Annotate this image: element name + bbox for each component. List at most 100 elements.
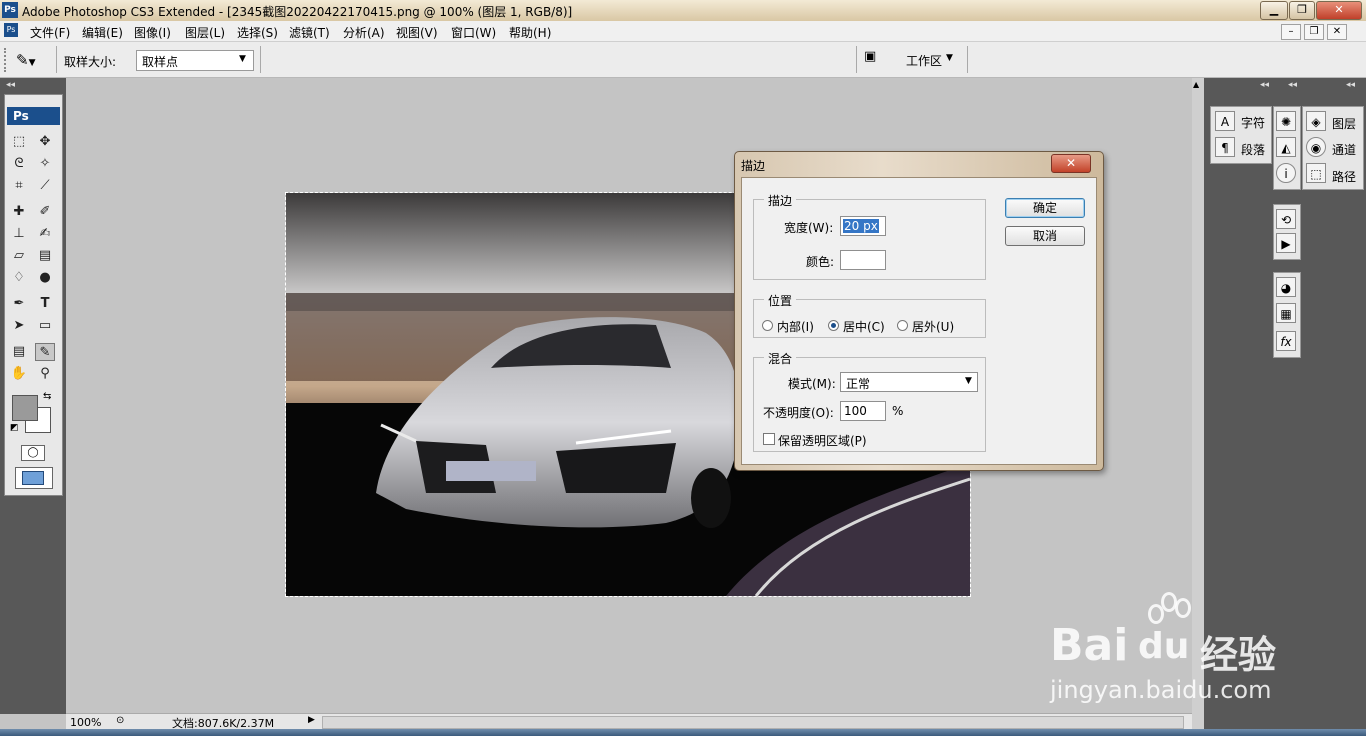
opacity-label: 不透明度(O): bbox=[763, 406, 834, 420]
photoshop-app-icon: Ps bbox=[2, 2, 18, 18]
chevron-down-icon: ▼ bbox=[239, 54, 246, 64]
character-icon[interactable]: A bbox=[1215, 111, 1235, 131]
menu-window[interactable]: 窗口(W) bbox=[451, 24, 496, 41]
swatches-icon[interactable]: ▦ bbox=[1276, 303, 1296, 323]
workspace-menu[interactable]: 工作区 bbox=[906, 52, 942, 69]
menu-image[interactable]: 图像(I) bbox=[134, 24, 171, 41]
sample-size-select[interactable]: 取样点 ▼ bbox=[136, 50, 254, 71]
divider bbox=[56, 46, 57, 73]
paragraph-icon[interactable]: ¶ bbox=[1215, 137, 1235, 157]
stroke-color-swatch[interactable] bbox=[840, 250, 886, 270]
doc-restore-button[interactable]: ❐ bbox=[1304, 24, 1324, 40]
position-center-radio[interactable] bbox=[828, 320, 839, 331]
path-selection-tool-icon[interactable]: ➤ bbox=[9, 317, 29, 335]
type-tool-icon[interactable]: T bbox=[35, 295, 55, 313]
ok-button[interactable]: 确定 bbox=[1005, 198, 1085, 218]
eyedropper-preset-picker[interactable]: ✎▼ bbox=[16, 49, 50, 71]
document-icon[interactable]: Ps bbox=[4, 23, 18, 37]
paths-panel-label[interactable]: 路径 bbox=[1332, 168, 1356, 185]
channels-panel-label[interactable]: 通道 bbox=[1332, 141, 1356, 158]
blend-mode-select[interactable]: 正常 ▼ bbox=[840, 372, 978, 392]
scroll-up-icon[interactable]: ▲ bbox=[1193, 80, 1199, 89]
sample-size-value: 取样点 bbox=[142, 55, 179, 69]
collapse-arrows-icon[interactable]: ◂◂ bbox=[1346, 80, 1355, 90]
blur-tool-icon[interactable]: ♢ bbox=[9, 269, 29, 287]
cancel-button[interactable]: 取消 bbox=[1005, 226, 1085, 246]
menu-select[interactable]: 选择(S) bbox=[237, 24, 278, 41]
width-input[interactable]: 20 px bbox=[840, 216, 886, 236]
notes-tool-icon[interactable]: ▤ bbox=[9, 343, 29, 361]
layers-panel-label[interactable]: 图层 bbox=[1332, 115, 1356, 132]
foreground-color-swatch-front[interactable] bbox=[12, 395, 38, 421]
pen-tool-icon[interactable]: ✒ bbox=[9, 295, 29, 313]
paths-icon[interactable]: ⬚ bbox=[1306, 163, 1326, 183]
brush-tool-icon[interactable]: ✐ bbox=[35, 203, 55, 221]
restore-button[interactable]: ❐ bbox=[1289, 1, 1315, 20]
menu-filter[interactable]: 滤镜(T) bbox=[289, 24, 330, 41]
status-icon: ⊙ bbox=[116, 715, 125, 726]
menu-analysis[interactable]: 分析(A) bbox=[343, 24, 385, 41]
default-colors-icon[interactable]: ◩ bbox=[10, 423, 19, 433]
position-center-label[interactable]: 居中(C) bbox=[843, 318, 885, 335]
quick-mask-button[interactable]: ◯ bbox=[21, 445, 45, 461]
marquee-tool-icon[interactable]: ⬚ bbox=[9, 133, 29, 151]
info-icon[interactable]: i bbox=[1276, 163, 1296, 183]
eraser-tool-icon[interactable]: ▱ bbox=[9, 247, 29, 265]
eyedropper-tool-icon[interactable]: ✎ bbox=[35, 343, 55, 361]
magic-wand-tool-icon[interactable]: ✧ bbox=[35, 155, 55, 173]
position-inside-radio[interactable] bbox=[762, 320, 773, 331]
history-brush-tool-icon[interactable]: ✍ bbox=[35, 225, 55, 243]
bridge-button[interactable]: ▣ bbox=[864, 49, 886, 69]
opacity-input[interactable]: 100 bbox=[840, 401, 886, 421]
doc-minimize-button[interactable]: – bbox=[1281, 24, 1301, 40]
collapse-arrows-icon[interactable]: ◂◂ bbox=[1260, 80, 1269, 90]
hand-tool-icon[interactable]: ✋ bbox=[9, 365, 29, 383]
styles-icon[interactable]: fx bbox=[1276, 331, 1296, 351]
doc-close-button[interactable]: ✕ bbox=[1327, 24, 1347, 40]
options-grip[interactable] bbox=[4, 48, 10, 72]
gradient-tool-icon[interactable]: ▤ bbox=[35, 247, 55, 265]
character-panel-label[interactable]: 字符 bbox=[1241, 114, 1265, 131]
preserve-transparency-label[interactable]: 保留透明区域(P) bbox=[778, 432, 867, 449]
actions-icon[interactable]: ▶ bbox=[1276, 233, 1296, 253]
status-menu-arrow-icon[interactable]: ▶ bbox=[308, 715, 315, 725]
crop-tool-icon[interactable]: ⌗ bbox=[9, 177, 29, 195]
layers-icon[interactable]: ◈ bbox=[1306, 111, 1326, 131]
move-tool-icon[interactable]: ✥ bbox=[35, 133, 55, 151]
shape-tool-icon[interactable]: ▭ bbox=[35, 317, 55, 335]
healing-brush-tool-icon[interactable]: ✚ bbox=[9, 203, 29, 221]
menu-view[interactable]: 视图(V) bbox=[396, 24, 438, 41]
zoom-level[interactable]: 100% bbox=[70, 716, 101, 729]
menu-help[interactable]: 帮助(H) bbox=[509, 24, 551, 41]
position-inside-label[interactable]: 内部(I) bbox=[777, 318, 814, 335]
horizontal-scrollbar[interactable] bbox=[322, 716, 1184, 729]
position-outside-label[interactable]: 居外(U) bbox=[912, 318, 954, 335]
color-icon[interactable]: ◕ bbox=[1276, 277, 1296, 297]
menu-layer[interactable]: 图层(L) bbox=[185, 24, 225, 41]
lasso-tool-icon[interactable]: ᘓ bbox=[9, 155, 29, 173]
minimize-button[interactable]: ▁ bbox=[1260, 1, 1288, 20]
baidu-jingyan-watermark: Bai du 经验 jingyan.baidu.com bbox=[1050, 590, 1360, 710]
swap-colors-icon[interactable]: ⇆ bbox=[43, 391, 51, 402]
options-bar: ✎▼ 取样大小: 取样点 ▼ ▣ 工作区 ▼ bbox=[0, 42, 1366, 78]
collapse-arrows-icon[interactable]: ◂◂ bbox=[1288, 80, 1297, 90]
dialog-close-button[interactable]: ✕ bbox=[1051, 154, 1091, 173]
menu-file[interactable]: 文件(F) bbox=[30, 24, 70, 41]
menu-edit[interactable]: 编辑(E) bbox=[82, 24, 123, 41]
history-icon[interactable]: ⟲ bbox=[1276, 209, 1296, 229]
position-outside-radio[interactable] bbox=[897, 320, 908, 331]
paragraph-panel-label[interactable]: 段落 bbox=[1241, 141, 1265, 158]
channels-icon[interactable]: ◉ bbox=[1306, 137, 1326, 157]
screen-mode-button[interactable] bbox=[15, 467, 53, 489]
collapse-arrows-icon[interactable]: ◂◂ bbox=[6, 80, 15, 90]
title-bar: Ps Adobe Photoshop CS3 Extended - [2345截… bbox=[0, 0, 1366, 21]
histogram-icon[interactable]: ◭ bbox=[1276, 137, 1296, 157]
clone-stamp-tool-icon[interactable]: ⊥ bbox=[9, 225, 29, 243]
dodge-tool-icon[interactable]: ● bbox=[35, 269, 55, 287]
slice-tool-icon[interactable]: ⟋ bbox=[35, 177, 55, 195]
blending-group-label: 混合 bbox=[764, 350, 797, 367]
navigator-icon[interactable]: ✺ bbox=[1276, 111, 1296, 131]
close-button[interactable]: ✕ bbox=[1316, 1, 1362, 20]
preserve-transparency-checkbox[interactable] bbox=[763, 433, 775, 445]
zoom-tool-icon[interactable]: ⚲ bbox=[35, 365, 55, 383]
